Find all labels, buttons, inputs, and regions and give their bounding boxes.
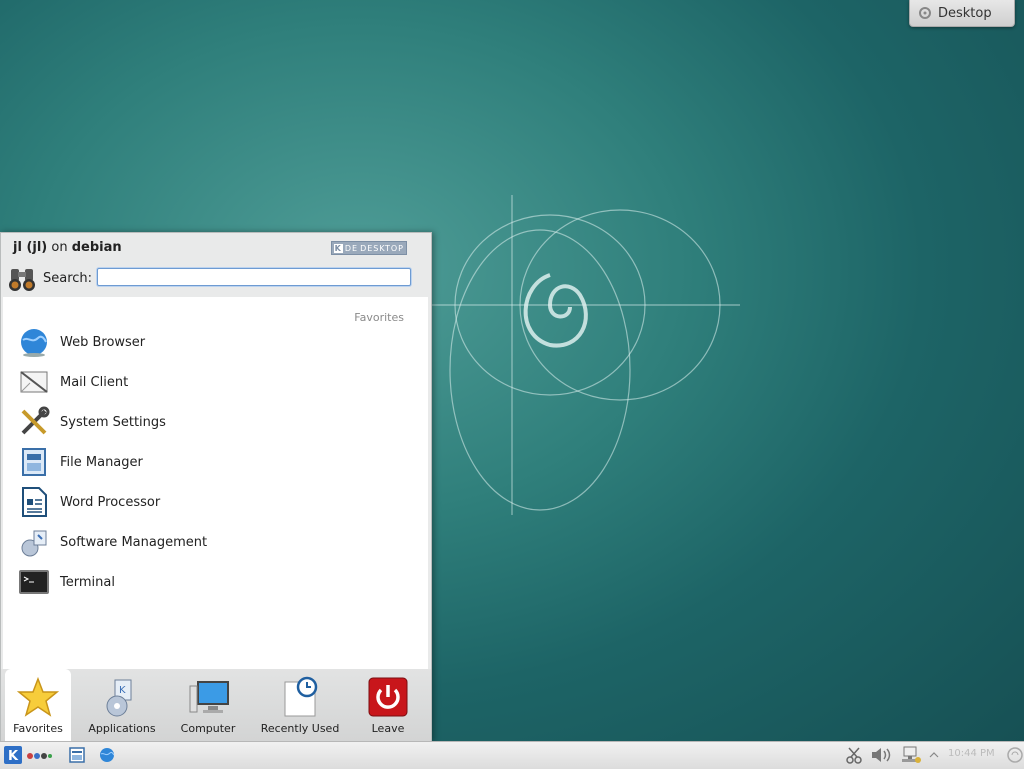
taskbar-panel: K 10:44 PM	[0, 741, 1024, 769]
favorites-pane: Favorites Web Browser Mail Client System…	[3, 297, 428, 669]
show-desktop-icon[interactable]	[68, 746, 86, 764]
file-manager-icon	[17, 445, 51, 479]
kde-desktop-badge: K DE DESKTOP	[330, 241, 407, 255]
terminal-icon	[17, 565, 51, 599]
notifications-arrow-icon[interactable]	[929, 746, 939, 764]
browser-icon[interactable]	[98, 746, 116, 764]
list-item-terminal[interactable]: Terminal	[17, 564, 417, 600]
package-icon	[17, 525, 51, 559]
computer-icon	[186, 675, 230, 719]
kickoff-launcher-menu: jl (jl) on debian K DE DESKTOP Search: F…	[0, 232, 432, 742]
tab-label: Favorites	[13, 722, 63, 735]
section-caption: Favorites	[354, 311, 404, 324]
tab-leave[interactable]: Leave	[359, 669, 417, 741]
desktop-icon	[919, 7, 931, 19]
tab-recently-used[interactable]: Recently Used	[255, 669, 345, 741]
list-item-software-management[interactable]: Software Management	[17, 524, 417, 560]
globe-icon	[17, 325, 51, 359]
menu-tab-bar: Favorites K Applications Computer Recent…	[1, 669, 431, 741]
svg-text:K: K	[8, 749, 19, 764]
network-icon[interactable]	[900, 746, 922, 764]
tab-applications[interactable]: K Applications	[84, 669, 160, 741]
list-item-label: Terminal	[60, 574, 115, 590]
debian-swirl-wallpaper	[430, 195, 740, 515]
list-item-file-manager[interactable]: File Manager	[17, 444, 417, 480]
user-name: jl (jl)	[13, 240, 48, 255]
kde-menu-icon[interactable]: K	[3, 745, 23, 765]
search-row: Search:	[7, 263, 92, 293]
mail-icon	[17, 365, 51, 399]
document-icon	[17, 485, 51, 519]
power-icon	[366, 675, 410, 719]
on-word: on	[51, 240, 68, 255]
tab-computer[interactable]: Computer	[173, 669, 243, 741]
clock-icon	[278, 675, 322, 719]
tab-label: Recently Used	[260, 722, 340, 735]
scissors-icon[interactable]	[845, 746, 863, 764]
user-info: jl (jl) on debian	[13, 240, 122, 255]
volume-icon[interactable]	[870, 746, 894, 764]
tab-label: Leave	[371, 722, 405, 735]
svg-text:K: K	[119, 685, 126, 696]
binoculars-icon	[9, 269, 35, 291]
star-icon	[16, 675, 60, 719]
list-item-label: System Settings	[60, 414, 166, 430]
tab-label: Computer	[180, 722, 236, 735]
settings-tools-icon	[17, 405, 51, 439]
list-item-web-browser[interactable]: Web Browser	[17, 324, 417, 360]
activities-icon[interactable]	[26, 751, 52, 761]
tab-label: Applications	[88, 722, 156, 735]
clock[interactable]: 10:44 PM	[948, 748, 995, 759]
list-item-label: Word Processor	[60, 494, 161, 510]
host-name: debian	[71, 240, 122, 255]
desktop-button-label: Desktop	[938, 5, 992, 21]
tab-favorites[interactable]: Favorites	[5, 669, 71, 741]
cashew-icon[interactable]	[1006, 746, 1024, 764]
kde-badge-desktop: DESKTOP	[360, 243, 404, 253]
search-input[interactable]	[97, 268, 411, 286]
list-item-word-processor[interactable]: Word Processor	[17, 484, 417, 520]
search-label: Search:	[43, 270, 93, 286]
list-item-label: Web Browser	[60, 334, 146, 350]
menu-header: jl (jl) on debian K DE DESKTOP Search:	[1, 233, 431, 297]
list-item-label: File Manager	[60, 454, 143, 470]
applications-icon: K	[100, 675, 144, 719]
desktop-toolbox-button[interactable]: Desktop	[909, 0, 1015, 27]
kde-badge-k: K	[333, 243, 343, 253]
list-item-system-settings[interactable]: System Settings	[17, 404, 417, 440]
list-item-mail-client[interactable]: Mail Client	[17, 364, 417, 400]
kde-badge-de: DE	[344, 243, 359, 253]
list-item-label: Mail Client	[60, 374, 129, 390]
list-item-label: Software Management	[60, 534, 208, 550]
